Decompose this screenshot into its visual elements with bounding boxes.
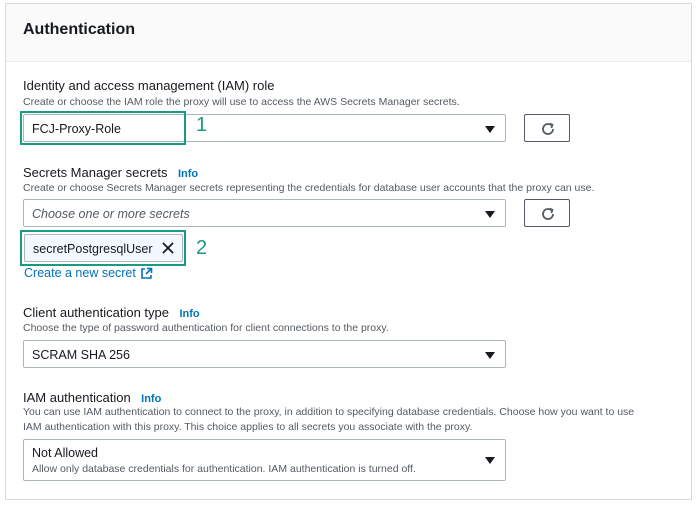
iam-auth-info-link[interactable]: Info <box>141 393 161 405</box>
iam-role-description: Create or choose the IAM role the proxy … <box>23 96 460 108</box>
panel-title: Authentication <box>23 21 135 38</box>
caret-down-icon <box>485 126 495 133</box>
secrets-refresh-button[interactable] <box>524 199 570 227</box>
client-auth-info-link[interactable]: Info <box>179 308 199 320</box>
panel-header: Authentication <box>6 4 691 62</box>
annotation-number-1: 1 <box>196 114 208 136</box>
iam-auth-description-line2: IAM authentication with this proxy. This… <box>23 421 473 433</box>
iam-auth-value: Not Allowed <box>32 446 99 460</box>
client-auth-description: Choose the type of password authenticati… <box>23 322 389 334</box>
caret-down-icon <box>485 457 495 464</box>
iam-role-refresh-button[interactable] <box>524 114 570 142</box>
secrets-label-row: Secrets Manager secrets Info <box>23 164 198 182</box>
annotation-box-2 <box>20 230 186 266</box>
refresh-icon <box>542 207 554 220</box>
annotation-number-2: 2 <box>196 237 208 259</box>
refresh-icon <box>542 122 554 135</box>
caret-down-icon <box>485 211 495 218</box>
client-auth-label-row: Client authentication type Info <box>23 304 200 322</box>
create-secret-link[interactable]: Create a new secret <box>24 266 153 280</box>
iam-role-label: Identity and access management (IAM) rol… <box>23 78 275 93</box>
secrets-info-link[interactable]: Info <box>178 168 198 180</box>
client-auth-value: SCRAM SHA 256 <box>32 348 130 362</box>
create-secret-link-label: Create a new secret <box>24 266 136 280</box>
secrets-description: Create or choose Secrets Manager secrets… <box>23 182 595 194</box>
secrets-placeholder: Choose one or more secrets <box>32 207 190 221</box>
secrets-label: Secrets Manager secrets <box>23 165 168 180</box>
iam-auth-select[interactable]: Not Allowed Allow only database credenti… <box>23 439 506 481</box>
iam-auth-label: IAM authentication <box>23 390 131 405</box>
annotation-box-1 <box>20 111 186 145</box>
iam-auth-value-description: Allow only database credentials for auth… <box>32 463 416 475</box>
client-auth-label: Client authentication type <box>23 305 169 320</box>
iam-auth-label-row: IAM authentication Info <box>23 389 161 407</box>
iam-auth-description-line1: You can use IAM authentication to connec… <box>23 406 635 418</box>
client-auth-select[interactable]: SCRAM SHA 256 <box>23 340 506 368</box>
caret-down-icon <box>485 352 495 359</box>
secrets-select[interactable]: Choose one or more secrets <box>23 199 506 227</box>
external-link-icon <box>141 267 153 279</box>
